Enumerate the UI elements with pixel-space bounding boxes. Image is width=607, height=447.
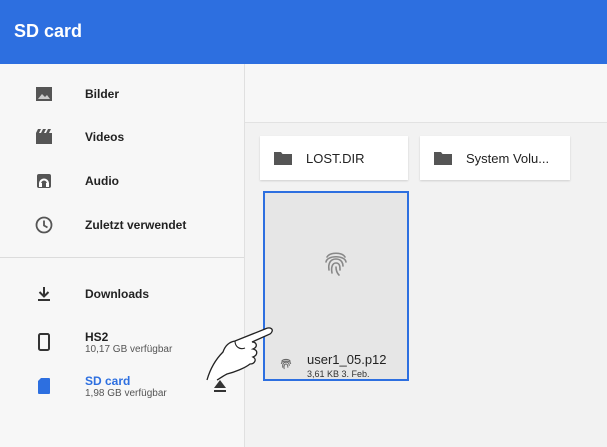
file-name: user1_05.p12 (307, 352, 387, 367)
pointing-hand-icon (206, 327, 273, 381)
drawer-item-zuletzt-verwendet[interactable]: Zuletzt verwendet (0, 205, 244, 245)
folder-system-volume[interactable]: System Volu... (420, 136, 570, 180)
drawer-item-audio[interactable]: Audio (0, 161, 244, 201)
drawer-item-label: Downloads (85, 287, 150, 301)
drawer-item-videos[interactable]: Videos (0, 117, 244, 157)
folder-icon (274, 152, 292, 165)
file-browser-main: LOST.DIR System Volu... user1_05.p12 3,6… (245, 64, 607, 447)
app-bar: SD card (0, 0, 607, 64)
download-icon (38, 287, 50, 301)
drawer-item-label: Audio (85, 174, 119, 188)
phone-icon (38, 333, 50, 351)
folder-name: System Volu... (466, 151, 550, 166)
toolbar-strip (245, 64, 607, 123)
film-icon (36, 129, 52, 144)
clock-icon (35, 216, 53, 234)
drawer-item-bilder[interactable]: Bilder (0, 74, 244, 114)
fingerprint-icon (325, 252, 347, 276)
folder-lost-dir[interactable]: LOST.DIR (260, 136, 408, 180)
drawer-item-label: SD card (85, 374, 131, 388)
drawer-item-label: HS2 (85, 330, 109, 344)
drawer-item-label: Bilder (85, 87, 120, 101)
drawer-item-label: Zuletzt verwendet (85, 218, 187, 232)
folder-icon (434, 152, 452, 165)
drawer-item-sub: 10,17 GB verfügbar (85, 344, 173, 355)
file-meta: 3,61 KB 3. Feb. (307, 369, 370, 379)
drawer-divider (0, 257, 244, 258)
page-title: SD card (14, 21, 83, 41)
drawer-item-label: Videos (85, 130, 125, 144)
folder-name: LOST.DIR (306, 151, 365, 166)
sd-card-icon (38, 378, 50, 394)
navigation-drawer: Bilder Videos Audio Zuletzt verwendet Do… (0, 64, 245, 447)
music-icon (37, 174, 51, 188)
drawer-item-sub: 1,98 GB verfügbar (85, 388, 167, 399)
drawer-item-downloads[interactable]: Downloads (0, 274, 244, 314)
image-icon (36, 87, 52, 101)
